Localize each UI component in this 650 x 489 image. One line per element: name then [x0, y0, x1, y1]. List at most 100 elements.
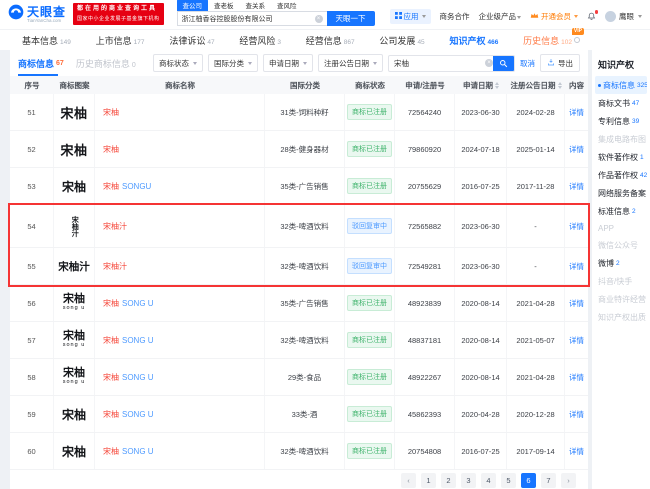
table-row: 57 宋柚 song u 宋柚 SONG U 32类-啤酒饮料 商标已注册 48…: [10, 322, 588, 359]
trademark-name[interactable]: 宋柚 SONGU: [95, 168, 265, 204]
enterprise-product-link[interactable]: 企业级产品: [479, 11, 522, 22]
trademark-name[interactable]: 宋柚 SONG U: [95, 359, 265, 395]
trademark-image[interactable]: 宋柚: [54, 396, 95, 432]
trademark-name[interactable]: 宋柚 SONG U: [95, 433, 265, 469]
registration-number: 20755629: [395, 168, 455, 204]
tianyancha-logo[interactable]: 天眼查 TianYanCha.com: [8, 4, 66, 25]
sidebar-item[interactable]: 商标信息 325: [595, 76, 647, 94]
filter-dropdown[interactable]: 商标状态: [153, 54, 203, 72]
page-button[interactable]: 2: [441, 473, 456, 488]
clear-input-icon[interactable]: [315, 15, 323, 23]
detail-link[interactable]: 详情: [569, 446, 584, 457]
notification-bell-icon[interactable]: [587, 12, 596, 21]
username: 鹰眼: [619, 11, 634, 22]
detail-link[interactable]: 详情: [569, 261, 584, 272]
detail-link[interactable]: 详情: [569, 335, 584, 346]
business-coop-link[interactable]: 商务合作: [440, 11, 470, 22]
search-button[interactable]: [493, 55, 514, 72]
detail-link[interactable]: 详情: [569, 107, 584, 118]
page-button[interactable]: 7: [541, 473, 556, 488]
sidebar-item-label: APP: [598, 224, 614, 233]
page-button[interactable]: 1: [421, 473, 436, 488]
detail-link[interactable]: 详情: [569, 409, 584, 420]
nav-tab[interactable]: 知识产权 466: [449, 34, 498, 47]
search-submit-button[interactable]: 天眼一下: [327, 11, 375, 26]
detail-link[interactable]: 详情: [569, 144, 584, 155]
sort-icon[interactable]: [495, 82, 499, 89]
sidebar-item[interactable]: 作品著作权 42: [595, 166, 647, 184]
search-type-tab[interactable]: 查关系: [240, 0, 272, 11]
trademark-name[interactable]: 宋柚 SONG U: [95, 396, 265, 432]
sort-icon[interactable]: [558, 82, 562, 89]
sidebar-item[interactable]: 微信公众号: [595, 236, 647, 254]
filter-dropdown[interactable]: 注册公告日期: [318, 54, 383, 72]
sidebar-item[interactable]: 专利信息 39: [595, 112, 647, 130]
nav-tab[interactable]: 公司发展 45: [379, 34, 424, 47]
prev-page-button[interactable]: ‹: [401, 473, 416, 488]
clear-search-icon[interactable]: [485, 59, 493, 67]
sidebar-item[interactable]: APP: [595, 220, 647, 236]
trademark-image[interactable]: 宋柚: [54, 94, 95, 130]
search-type-tab[interactable]: 查公司: [177, 0, 209, 11]
trademark-name[interactable]: 宋柚汁: [95, 205, 265, 247]
page-button[interactable]: 3: [461, 473, 476, 488]
apps-menu[interactable]: 应用: [390, 9, 431, 24]
trademark-name[interactable]: 宋柚汁: [95, 248, 265, 284]
trademark-image[interactable]: 宋柚 song u: [54, 359, 95, 395]
trademark-name[interactable]: 宋柚 SONG U: [95, 322, 265, 358]
nav-tab[interactable]: 经营信息 867: [306, 34, 355, 47]
trademark-name[interactable]: 宋柚 SONG U: [95, 285, 265, 321]
trademark-image[interactable]: 宋柚 song u: [54, 322, 95, 358]
trademark-name[interactable]: 宋柚: [95, 94, 265, 130]
sidebar-item[interactable]: 微博 2: [595, 254, 647, 272]
filter-dropdown[interactable]: 申请日期: [263, 54, 313, 72]
trademark-image[interactable]: 宋柚: [54, 131, 95, 167]
notification-dot: [595, 10, 599, 14]
trademark-image[interactable]: 宋柚汁: [54, 205, 95, 247]
filter-dropdown[interactable]: 国际分类: [208, 54, 258, 72]
trademark-image[interactable]: 宋柚: [54, 168, 95, 204]
sidebar-item[interactable]: 软件著作权 1: [595, 148, 647, 166]
sidebar-item[interactable]: 标准信息 2: [595, 202, 647, 220]
trademark-image[interactable]: 宋柚汁: [54, 248, 95, 284]
next-page-button[interactable]: ›: [561, 473, 576, 488]
trademark-image[interactable]: 宋柚: [54, 433, 95, 469]
sidebar-item[interactable]: 商业特许经营: [595, 290, 647, 308]
nav-tab[interactable]: 历史信息 102 VIP: [523, 34, 580, 47]
status-badge: 商标已注册: [347, 104, 392, 120]
sidebar-item[interactable]: 抖音/快手: [595, 272, 647, 290]
page-button[interactable]: 4: [481, 473, 496, 488]
open-vip-link[interactable]: 开通会员: [530, 11, 578, 22]
tab-trademark-info[interactable]: 商标信息 67: [18, 50, 64, 76]
detail-link[interactable]: 详情: [569, 221, 584, 232]
page-button[interactable]: 5: [501, 473, 516, 488]
sidebar-item[interactable]: 商标文书 47: [595, 94, 647, 112]
search-type-tab[interactable]: 查老板: [208, 0, 240, 11]
trademark-image[interactable]: 宋柚 song u: [54, 285, 95, 321]
enterprise-label: 企业级产品: [479, 12, 517, 21]
nav-tab[interactable]: 法律诉讼 47: [169, 34, 214, 47]
tab-history-trademark-info[interactable]: 历史商标信息 0: [76, 57, 136, 70]
trademark-search-input[interactable]: [389, 59, 485, 68]
column-header: 国际分类: [265, 80, 345, 91]
sidebar-item[interactable]: 集成电路布图: [595, 130, 647, 148]
company-search-input[interactable]: [182, 15, 315, 22]
nav-tab[interactable]: 上市信息 177: [96, 34, 145, 47]
sidebar-item-count: 47: [632, 100, 639, 107]
trademark-name[interactable]: 宋柚: [95, 131, 265, 167]
sidebar-item[interactable]: 知识产权出质: [595, 308, 647, 326]
nav-tab[interactable]: 经营风险 3: [239, 34, 281, 47]
user-menu[interactable]: 鹰眼: [605, 11, 642, 22]
publish-date: -: [507, 248, 565, 284]
page-button[interactable]: 6: [521, 473, 536, 488]
cancel-link[interactable]: 取消: [520, 58, 535, 69]
sidebar-item-label: 商标文书: [598, 98, 630, 109]
detail-link[interactable]: 详情: [569, 298, 584, 309]
sidebar-item[interactable]: 网络服务备案 8: [595, 184, 647, 202]
search-type-tab[interactable]: 查风险: [271, 0, 303, 11]
row-index: 55: [10, 248, 54, 284]
export-button[interactable]: 导出: [540, 54, 580, 72]
detail-link[interactable]: 详情: [569, 181, 584, 192]
detail-link[interactable]: 详情: [569, 372, 584, 383]
nav-tab[interactable]: 基本信息 149: [22, 34, 71, 47]
